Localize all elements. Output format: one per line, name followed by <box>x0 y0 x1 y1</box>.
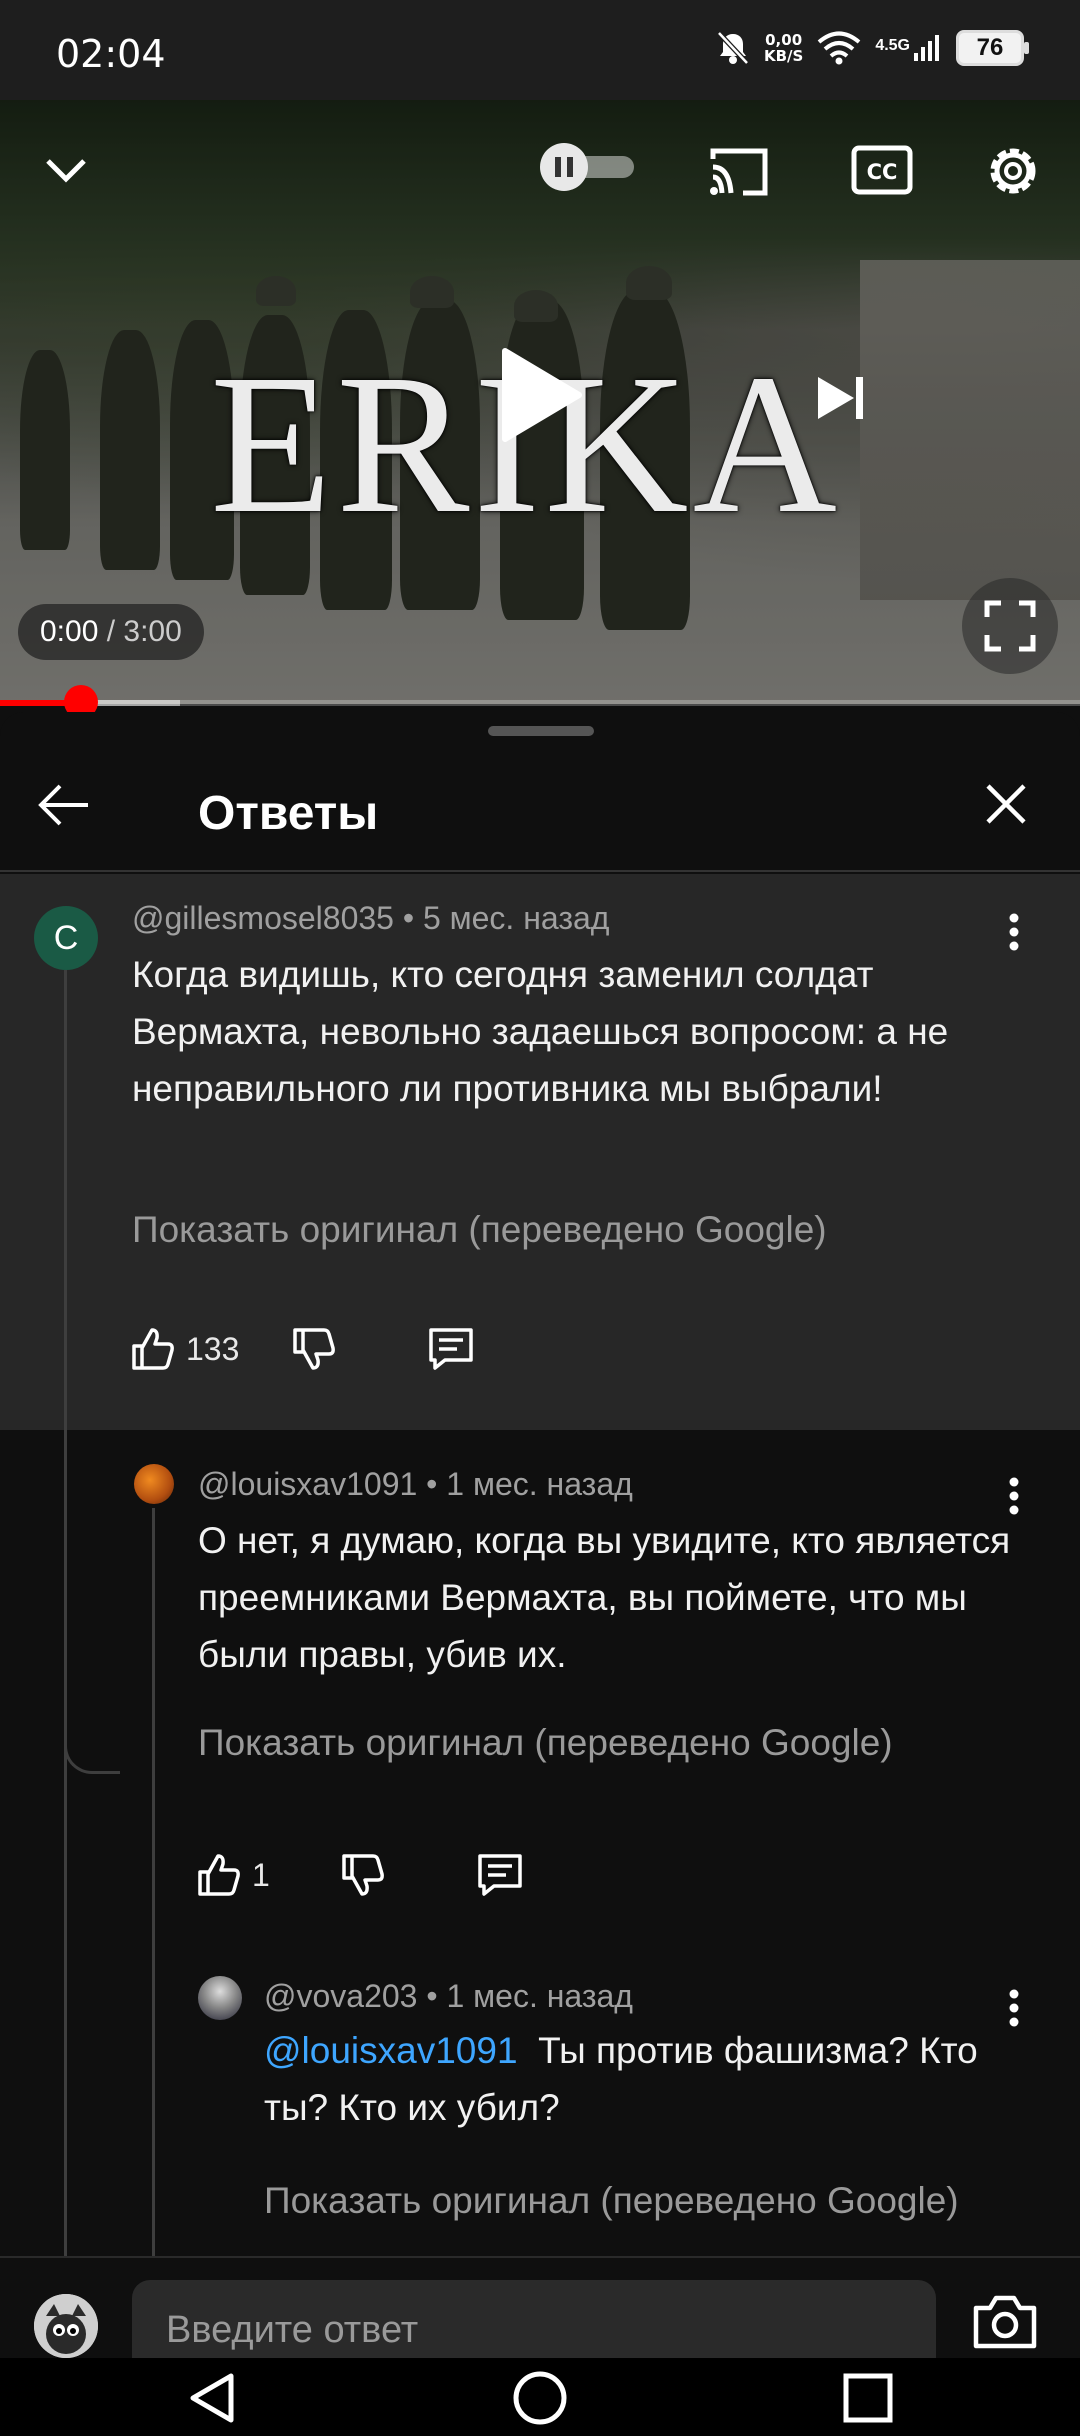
reply-bar <box>0 2256 1080 2380</box>
autoplay-toggle[interactable] <box>538 142 640 192</box>
current-time: 0:00 <box>40 615 99 648</box>
time-separator: / <box>98 615 124 648</box>
gear-icon <box>990 148 1036 194</box>
close-icon <box>986 784 1026 824</box>
like-button[interactable]: 1 <box>196 1852 270 1898</box>
close-button[interactable] <box>982 780 1044 842</box>
show-original-link[interactable]: Показать оригинал (переведено Google) <box>132 1209 827 1251</box>
dislike-button[interactable] <box>340 1852 386 1898</box>
user-avatar-icon <box>34 2294 98 2358</box>
comment-reply-icon <box>478 1854 522 1896</box>
network-type: 4.5G <box>875 37 910 54</box>
more-vertical-icon <box>1009 1477 1019 1515</box>
fullscreen-button[interactable] <box>962 578 1058 674</box>
show-original-link[interactable]: Показать оригинал (переведено Google) <box>198 1722 893 1764</box>
like-button[interactable]: 133 <box>130 1326 239 1372</box>
drag-handle[interactable] <box>488 726 594 736</box>
dislike-button[interactable] <box>291 1326 337 1372</box>
comment-text: Когда видишь, кто сегодня заменил солдат… <box>132 954 949 1109</box>
reply-button[interactable] <box>427 1326 475 1372</box>
nav-back-button[interactable] <box>180 2366 244 2430</box>
status-icons: 0,00 KB/S 4.5G 76 <box>716 30 1029 66</box>
chevron-down-icon <box>46 159 86 183</box>
net-speed-value: 0,00 <box>765 31 803 49</box>
triangle-back-icon <box>190 2373 234 2423</box>
user-avatar[interactable] <box>34 2294 98 2358</box>
play-button[interactable] <box>490 340 590 450</box>
next-video-button[interactable] <box>810 368 870 428</box>
mention-link[interactable]: @louisxav1091 <box>264 2030 518 2071</box>
comment-time: 1 мес. назад <box>446 1466 633 1502</box>
video-player[interactable]: ERIKA CC 0:00 / 3:00 <box>0 100 1080 704</box>
cell-signal: 4.5G <box>875 33 942 63</box>
arrow-left-icon <box>38 784 88 826</box>
comment-text: О нет, я думаю, когда вы увидите, кто яв… <box>198 1520 1011 1675</box>
play-icon <box>502 348 582 442</box>
comment-time: 1 мес. назад <box>446 1978 633 2014</box>
circle-home-icon <box>513 2371 567 2425</box>
comment-meta: @louisxav1091 • 1 мес. назад <box>198 1466 633 1503</box>
comment-author[interactable]: @vova203 <box>264 1978 417 2014</box>
thumbs-down-icon <box>293 1328 336 1370</box>
thumbs-up-icon <box>198 1854 240 1896</box>
cast-button[interactable] <box>704 142 774 202</box>
comment-actions: 133 <box>130 1326 475 1372</box>
main-comment: C @gillesmosel8035 • 5 мес. назад Когда … <box>0 874 1080 1430</box>
like-count: 1 <box>252 1856 270 1893</box>
wifi-icon <box>818 31 861 65</box>
minimize-button[interactable] <box>36 140 96 200</box>
net-speed-unit: KB/S <box>763 47 804 65</box>
meta-separator: • <box>417 1978 447 2014</box>
settings-button[interactable] <box>978 136 1048 206</box>
replies-panel: Ответы C @gillesmosel8035 • 5 мес. назад… <box>0 712 1080 2436</box>
notifications-muted-icon <box>717 31 749 65</box>
cast-icon <box>710 148 768 196</box>
fullscreen-icon <box>984 600 1036 652</box>
panel-title: Ответы <box>198 787 379 840</box>
comment-author[interactable]: @gillesmosel8035 <box>132 900 394 936</box>
camera-button[interactable] <box>972 2292 1044 2358</box>
camera-icon <box>973 2295 1037 2349</box>
duration: 3:00 <box>123 615 182 648</box>
thumbs-up-icon <box>132 1328 174 1370</box>
show-original-link[interactable]: Показать оригинал (переведено Google) <box>264 2180 959 2222</box>
thread-connector-1 <box>64 1722 120 1774</box>
like-count: 133 <box>186 1330 240 1367</box>
thumbs-down-icon <box>342 1854 384 1896</box>
square-recents-icon <box>843 2373 893 2423</box>
progress-bar[interactable] <box>0 685 1080 719</box>
captions-button[interactable]: CC <box>850 142 914 198</box>
thread-line-main <box>64 970 67 2260</box>
comment-time: 5 мес. назад <box>422 900 610 936</box>
meta-separator: • <box>417 1466 447 1502</box>
status-bar: 02:04 0,00 KB/S 4.5G 76 <box>0 0 1080 100</box>
battery-indicator: 76 <box>956 30 1029 66</box>
svg-text:CC: CC <box>867 160 898 184</box>
signal-bars-icon <box>914 35 939 61</box>
comment-meta: @vova203 • 1 мес. назад <box>264 1978 633 2015</box>
autoplay-pause-icon <box>540 143 634 191</box>
meta-separator: • <box>393 900 423 936</box>
skip-next-icon <box>818 377 863 419</box>
status-time: 02:04 <box>56 32 166 76</box>
comment-meta: @gillesmosel8035 • 5 мес. назад <box>132 900 609 937</box>
comment-text: @louisxav1091 Ты против фашизма? Кто ты?… <box>264 2022 1024 2136</box>
system-nav-bar <box>0 2358 1080 2436</box>
nav-recents-button[interactable] <box>836 2366 900 2430</box>
comment-author[interactable]: @louisxav1091 <box>198 1466 417 1502</box>
back-button[interactable] <box>36 780 96 840</box>
comment-reply-icon <box>429 1328 474 1370</box>
avatar[interactable]: C <box>34 906 98 970</box>
time-display: 0:00 / 3:00 <box>18 604 204 660</box>
avatar[interactable] <box>134 1464 174 1504</box>
reply-button[interactable] <box>476 1852 524 1898</box>
nav-home-button[interactable] <box>508 2366 572 2430</box>
comment-actions: 1 <box>196 1852 524 1898</box>
avatar[interactable] <box>198 1976 242 2020</box>
network-speed: 0,00 KB/S <box>764 32 803 64</box>
closed-captions-icon: CC <box>851 145 913 195</box>
panel-header: Ответы <box>0 748 1080 872</box>
